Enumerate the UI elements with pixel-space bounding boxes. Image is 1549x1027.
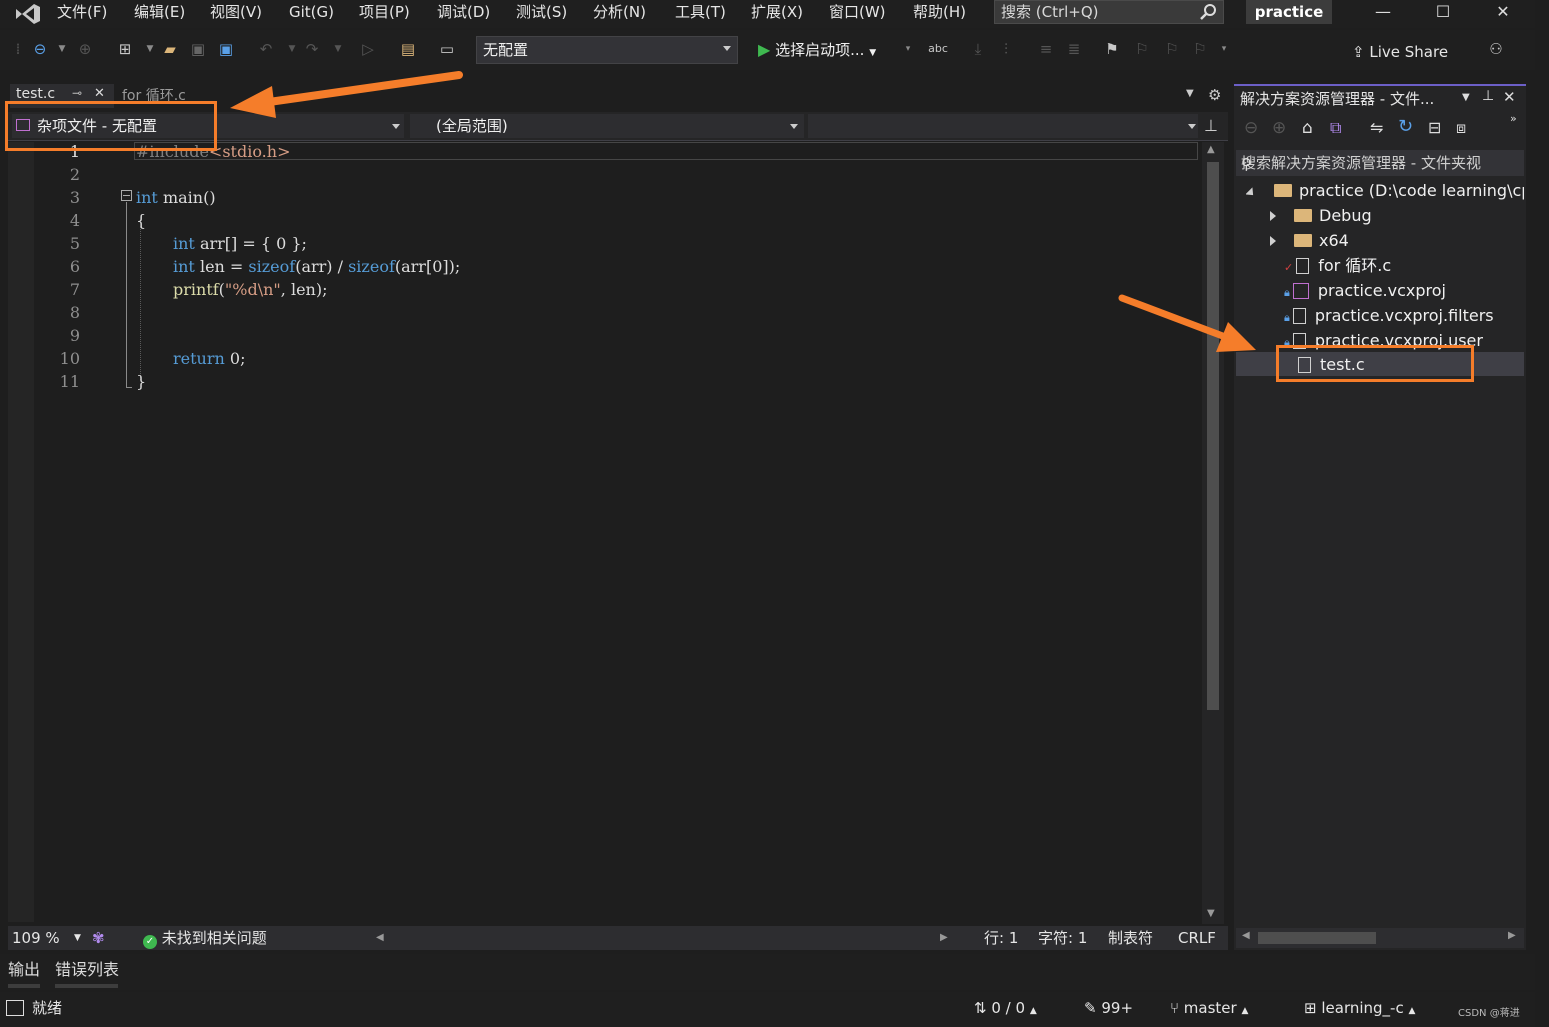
annotation-arrows — [230, 71, 1256, 352]
annotation-arrow-icon — [1118, 294, 1256, 352]
annotation-arrow-icon — [230, 71, 463, 118]
